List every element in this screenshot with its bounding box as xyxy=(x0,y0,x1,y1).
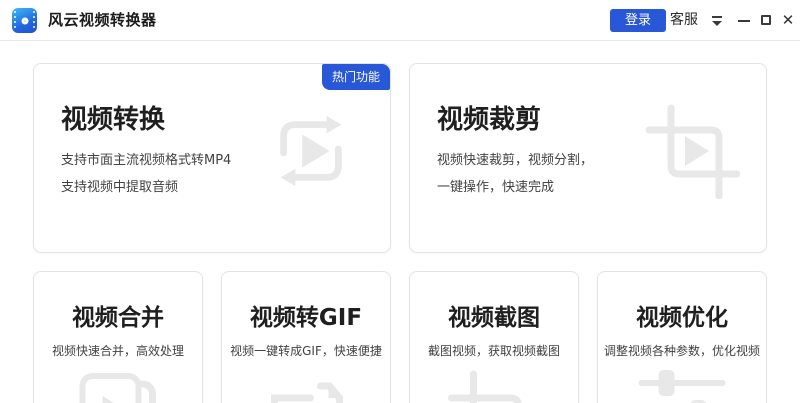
card-video-crop[interactable]: 视频裁剪 视频快速裁剪，视频分割， 一键操作，快速完成 xyxy=(409,63,767,253)
card-video-merge[interactable]: 视频合并 视频快速合并，高效处理 xyxy=(33,271,203,403)
support-link[interactable]: 客服 xyxy=(670,0,698,41)
minimize-button[interactable] xyxy=(736,0,752,41)
card-video-to-gif[interactable]: 视频转GIF 视频一键转成GIF，快速便捷 xyxy=(221,271,391,403)
titlebar: 风云视频转换器 登录 客服 ✕ xyxy=(0,0,800,41)
screenshot-crop-icon xyxy=(447,368,542,403)
card-video-convert[interactable]: 热门功能 视频转换 支持市面主流视频格式转MP4 支持视频中提取音频 xyxy=(33,63,391,253)
card-title: 视频优化 xyxy=(598,298,766,332)
card-video-screenshot[interactable]: 视频截图 截图视频，获取视频截图 xyxy=(409,271,579,403)
merge-frames-play-icon xyxy=(71,368,166,403)
card-desc: 调整视频各种参数，优化视频 xyxy=(598,342,766,359)
app-title: 风云视频转换器 xyxy=(48,0,157,41)
card-title: 视频转GIF xyxy=(222,298,390,332)
menu-dropdown-icon[interactable] xyxy=(711,15,723,27)
card-title: 视频合并 xyxy=(34,298,202,332)
card-title: 视频截图 xyxy=(410,298,578,332)
maximize-icon xyxy=(761,15,771,25)
close-button[interactable]: ✕ xyxy=(779,0,797,41)
card-desc: 视频一键转成GIF，快速便捷 xyxy=(222,342,390,359)
gif-document-icon xyxy=(259,368,354,403)
convert-loop-play-icon xyxy=(268,108,354,194)
app-logo-icon xyxy=(12,8,37,33)
minimize-icon xyxy=(738,20,750,22)
card-desc: 视频快速合并，高效处理 xyxy=(34,342,202,359)
card-video-optimize[interactable]: 视频优化 调整视频各种参数，优化视频 xyxy=(597,271,767,403)
sliders-icon xyxy=(635,368,730,403)
login-button[interactable]: 登录 xyxy=(610,9,666,32)
app-window: 风云视频转换器 登录 客服 ✕ 热门功能 视频转换 支持市面主流视频格式转MP4… xyxy=(0,0,800,403)
crop-play-icon xyxy=(644,103,740,199)
maximize-button[interactable] xyxy=(758,0,774,41)
card-desc: 截图视频，获取视频截图 xyxy=(410,342,578,359)
hot-feature-badge: 热门功能 xyxy=(322,64,390,90)
